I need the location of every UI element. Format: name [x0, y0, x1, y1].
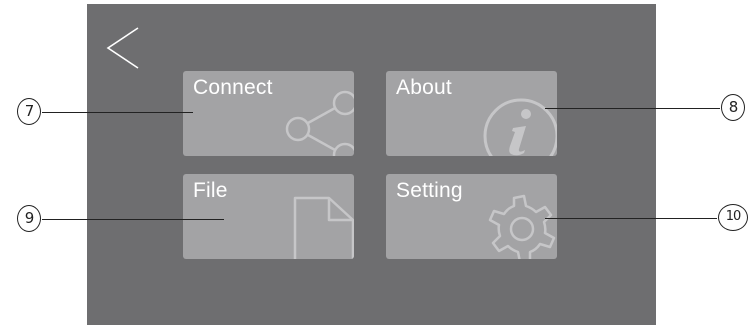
file-tile[interactable]: File [183, 174, 354, 259]
callout-number-10: 10 [718, 204, 748, 231]
info-icon [483, 98, 557, 156]
callout-line-10 [545, 218, 717, 219]
connect-tile[interactable]: Connect [183, 71, 354, 156]
callout-line-7 [42, 112, 193, 113]
callout-number-9: 9 [17, 205, 41, 232]
callout-number-7: 7 [17, 98, 41, 125]
about-tile[interactable]: About [386, 71, 557, 156]
device-screen [87, 4, 656, 325]
about-label: About [396, 76, 452, 99]
share-icon [285, 90, 354, 156]
file-label: File [193, 179, 228, 202]
connect-label: Connect [193, 76, 273, 99]
callout-line-9 [42, 219, 224, 220]
setting-label: Setting [396, 179, 463, 202]
setting-tile[interactable]: Setting [386, 174, 557, 259]
callout-number-8: 8 [721, 94, 745, 121]
document-icon [293, 196, 354, 259]
back-chevron-icon[interactable] [105, 26, 141, 70]
gear-icon [488, 194, 556, 259]
callout-line-8 [545, 108, 720, 109]
